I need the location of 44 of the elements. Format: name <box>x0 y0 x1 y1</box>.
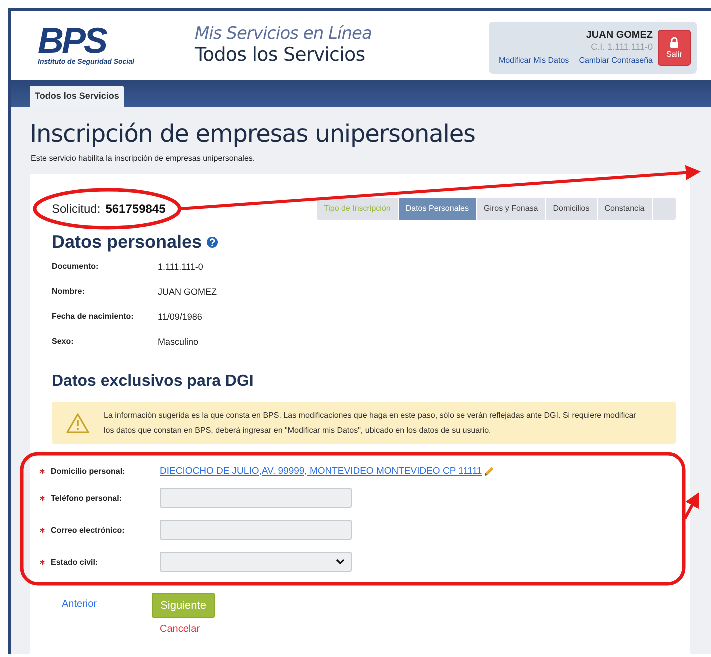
service-title: Todos los Servicios <box>195 44 366 66</box>
user-id: C.I. 1.111.111-0 <box>591 42 653 53</box>
lock-icon <box>670 36 679 48</box>
field-value: 11/09/1986 <box>158 312 202 322</box>
progress-step[interactable]: Constancia <box>598 198 653 220</box>
request-label: Solicitud: <box>52 202 101 216</box>
user-name: JUAN GOMEZ <box>586 29 653 42</box>
field-value: 1.111.111-0 <box>158 262 204 272</box>
help-icon <box>207 236 218 248</box>
cancel-link[interactable]: Cancelar <box>160 624 200 635</box>
field-label: Sexo: <box>52 337 75 346</box>
user-link[interactable]: Cambiar Contraseña <box>579 56 653 66</box>
request-number: 561759845 <box>106 202 166 216</box>
page-subtitle: Este servicio habilita la inscripción de empresas unipersonales. <box>31 153 256 165</box>
section-heading: Datos personales <box>52 231 202 254</box>
nav-tab[interactable]: Todos los Servicios <box>30 86 124 107</box>
field-value: JUAN GOMEZ <box>158 286 218 296</box>
progress-step[interactable]: Datos Personales <box>398 198 478 220</box>
field-label: Fecha de nacimiento: <box>52 312 135 321</box>
back-link[interactable]: Anterior <box>52 593 152 613</box>
progress-step[interactable]: Domicilios <box>546 198 598 220</box>
logo-text: BPS <box>38 24 106 58</box>
chevron-down-icon <box>336 559 345 565</box>
section-heading: Datos exclusivos para DGI <box>52 372 255 392</box>
progress-step[interactable]: Giros y Fonasa <box>477 198 546 220</box>
service-line: Mis Servicios en Línea <box>195 25 373 44</box>
field-label: Domicilio personal: <box>51 466 126 476</box>
field-label: Documento: <box>52 262 100 271</box>
field-label: Correo electrónico: <box>51 526 125 534</box>
field-value: Masculino <box>158 336 199 346</box>
pencil-icon <box>484 466 496 476</box>
alert-text: La información sugerida es la que consta en BPS. Las modificaciones que haga en este paso, sólo se verán reflejadas ante DGI. Si requiere modificar los datos que constan en BPS, deberá ingresar en "Modificar mis Datos", ubicado en los datos de su usuario. <box>104 410 638 437</box>
dropdown-field[interactable] <box>160 552 352 572</box>
field-label: Estado civil: <box>51 558 98 566</box>
input-field[interactable] <box>160 488 352 508</box>
field-label: Teléfono personal: <box>51 494 122 502</box>
user-link[interactable]: Modificar Mis Datos <box>498 56 570 66</box>
warning-icon <box>66 412 90 434</box>
field-label: Nombre: <box>52 287 86 296</box>
logout-button[interactable]: Salir <box>658 30 691 66</box>
page-title: Inscripción de empresas unipersonales <box>30 119 476 149</box>
address-link[interactable]: DIECIOCHO DE JULIO,AV. 99999, MONTEVIDEO MONTEVIDEO CP 11111 <box>160 466 482 476</box>
input-field[interactable] <box>160 520 352 540</box>
arrow <box>684 492 700 520</box>
